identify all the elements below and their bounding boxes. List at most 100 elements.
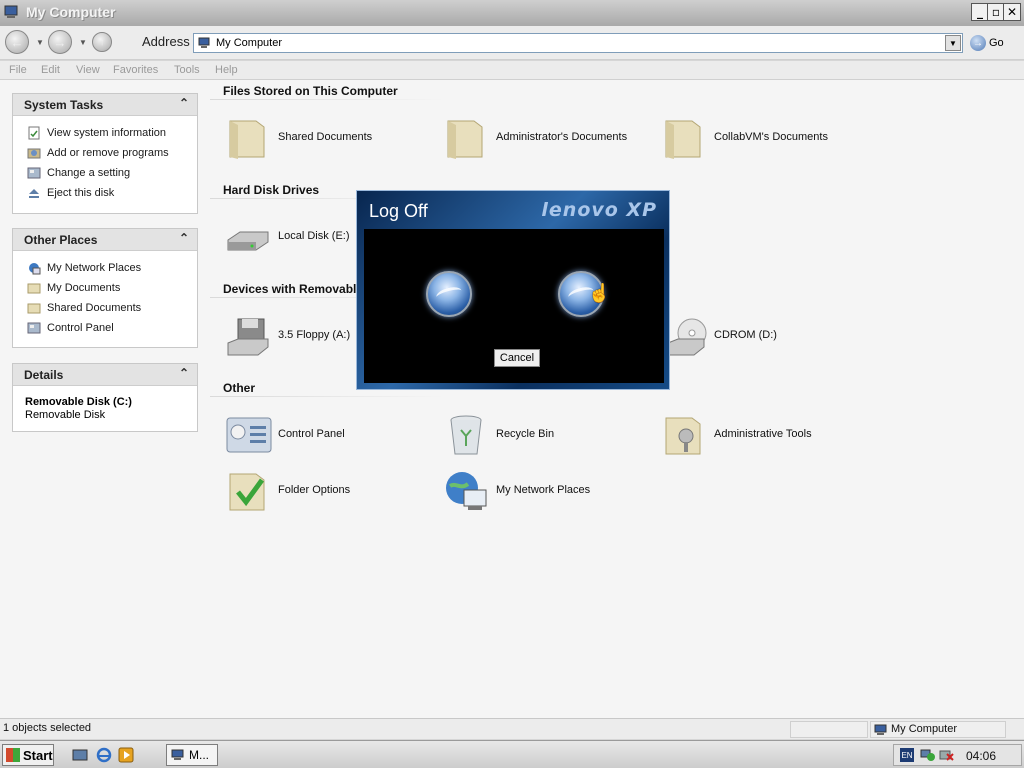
computer-icon	[198, 37, 210, 48]
switch-user-icon	[434, 284, 464, 304]
back-button[interactable]: ←	[5, 30, 29, 54]
taskbar-my-computer[interactable]: M...	[166, 744, 218, 766]
taskbar: Start M... EN 04:06	[0, 740, 1024, 768]
network-icon	[446, 472, 487, 510]
forward-arrow-icon: →	[53, 34, 67, 50]
menu-help[interactable]: Help	[215, 64, 238, 76]
item-shared-documents[interactable]: Shared Documents	[224, 115, 434, 163]
forward-button[interactable]: →	[48, 30, 72, 54]
other-places-header[interactable]: Other Places ⌃	[13, 229, 197, 251]
place-shared-documents[interactable]: Shared Documents	[13, 298, 197, 318]
place-my-documents[interactable]: My Documents	[13, 278, 197, 298]
cancel-button[interactable]: Cancel	[494, 349, 540, 367]
system-tasks-header[interactable]: System Tasks ⌃	[13, 94, 197, 116]
folder-options-icon	[229, 473, 265, 511]
section-other: Other	[223, 381, 256, 395]
toolbar: ← ▼ → ▼ ↑ Address My Computer ▼ → Go	[0, 26, 1024, 60]
address-label: Address	[142, 34, 190, 49]
control-panel-icon	[27, 167, 41, 179]
details-panel: Details ⌃ Removable Disk (C:) Removable …	[12, 363, 198, 432]
collapse-icon[interactable]: ⌃	[179, 366, 189, 380]
hand-cursor-icon: ☝	[588, 283, 611, 303]
place-label: My Documents	[47, 282, 121, 294]
admin-tools-icon	[665, 417, 701, 455]
item-label: Folder Options	[278, 484, 351, 496]
safely-remove-icon[interactable]	[938, 748, 954, 762]
task-add-remove[interactable]: Add or remove programs	[13, 143, 197, 163]
item-recycle-bin[interactable]: Recycle Bin	[442, 412, 652, 460]
folder-icon	[665, 120, 701, 159]
task-label: View system information	[47, 127, 167, 139]
task-label: M...	[189, 748, 209, 762]
network-icon	[29, 263, 41, 275]
up-button[interactable]: ↑	[92, 32, 112, 52]
place-label: My Network Places	[47, 262, 142, 274]
item-label: CDROM (D:)	[714, 329, 777, 341]
item-cdrom-d[interactable]: CDROM (D:)	[660, 313, 870, 361]
item-label: Recycle Bin	[496, 428, 555, 440]
task-eject[interactable]: Eject this disk	[13, 183, 197, 203]
media-player-icon[interactable]	[118, 747, 134, 763]
task-change-setting[interactable]: Change a setting	[13, 163, 197, 183]
switch-user-button[interactable]	[426, 271, 472, 317]
item-control-panel[interactable]: Control Panel	[224, 412, 434, 460]
folder-icon	[229, 120, 265, 159]
menu-favorites[interactable]: Favorites	[113, 64, 158, 76]
item-label: Administrative Tools	[714, 428, 812, 440]
dialog-title: Log Off	[369, 201, 428, 221]
go-button[interactable]: → Go	[970, 34, 1014, 52]
place-label: Control Panel	[47, 322, 114, 334]
menu-edit[interactable]: Edit	[41, 64, 60, 76]
details-name: Removable Disk (C:)	[25, 396, 132, 408]
floppy-drive-icon	[227, 318, 269, 356]
item-administrator-documents[interactable]: Administrator's Documents	[442, 115, 652, 163]
close-button[interactable]: ✕	[1003, 3, 1021, 21]
section-divider	[210, 99, 445, 100]
address-dropdown-icon[interactable]: ▼	[945, 35, 961, 51]
place-label: Shared Documents	[47, 302, 142, 314]
clock: 04:06	[966, 749, 997, 763]
internet-explorer-icon[interactable]	[96, 747, 112, 763]
back-dropdown-icon[interactable]: ▼	[36, 38, 44, 47]
menu-tools[interactable]: Tools	[174, 64, 200, 76]
other-places-panel: Other Places ⌃ My Network Places My Docu…	[12, 228, 198, 348]
title-bar: My Computer _ ▫ ✕	[0, 0, 1024, 26]
computer-icon	[171, 749, 184, 760]
eject-icon	[29, 189, 39, 198]
address-value: My Computer	[216, 37, 283, 49]
menu-file[interactable]: File	[9, 64, 27, 76]
forward-dropdown-icon[interactable]: ▼	[79, 38, 87, 47]
section-hdd: Hard Disk Drives	[223, 183, 320, 197]
status-segment	[790, 721, 868, 738]
windows-logo-icon	[6, 748, 20, 762]
item-label: CollabVM's Documents	[714, 131, 828, 143]
collapse-icon[interactable]: ⌃	[179, 231, 189, 245]
status-location-segment: My Computer	[870, 721, 1006, 738]
menu-view[interactable]: View	[76, 64, 100, 76]
collapse-icon[interactable]: ⌃	[179, 96, 189, 110]
show-desktop-icon[interactable]	[72, 747, 88, 763]
task-label: Add or remove programs	[47, 147, 169, 159]
network-status-icon[interactable]	[920, 748, 936, 762]
system-tasks-panel: System Tasks ⌃ View system information A…	[12, 93, 198, 214]
up-arrow-icon: ↑	[99, 36, 105, 48]
section-divider	[210, 396, 445, 397]
go-arrow-icon: →	[970, 35, 986, 51]
item-collabvm-documents[interactable]: CollabVM's Documents	[660, 115, 870, 163]
address-bar[interactable]: My Computer ▼	[193, 33, 963, 53]
add-remove-icon	[27, 148, 41, 159]
folder-icon	[27, 303, 41, 314]
language-indicator[interactable]: EN	[900, 748, 914, 762]
task-label: Eject this disk	[47, 187, 115, 199]
system-info-icon	[28, 126, 40, 140]
start-button[interactable]: Start	[2, 744, 54, 766]
place-network[interactable]: My Network Places	[13, 258, 197, 278]
item-label: My Network Places	[496, 484, 591, 496]
item-folder-options[interactable]: Folder Options	[224, 468, 434, 516]
task-view-system-info[interactable]: View system information	[13, 123, 197, 143]
place-control-panel[interactable]: Control Panel	[13, 318, 197, 338]
item-administrative-tools[interactable]: Administrative Tools	[660, 412, 870, 460]
details-header[interactable]: Details ⌃	[13, 364, 197, 386]
item-my-network-places[interactable]: My Network Places	[442, 468, 652, 516]
system-tray: EN 04:06	[893, 744, 1022, 766]
